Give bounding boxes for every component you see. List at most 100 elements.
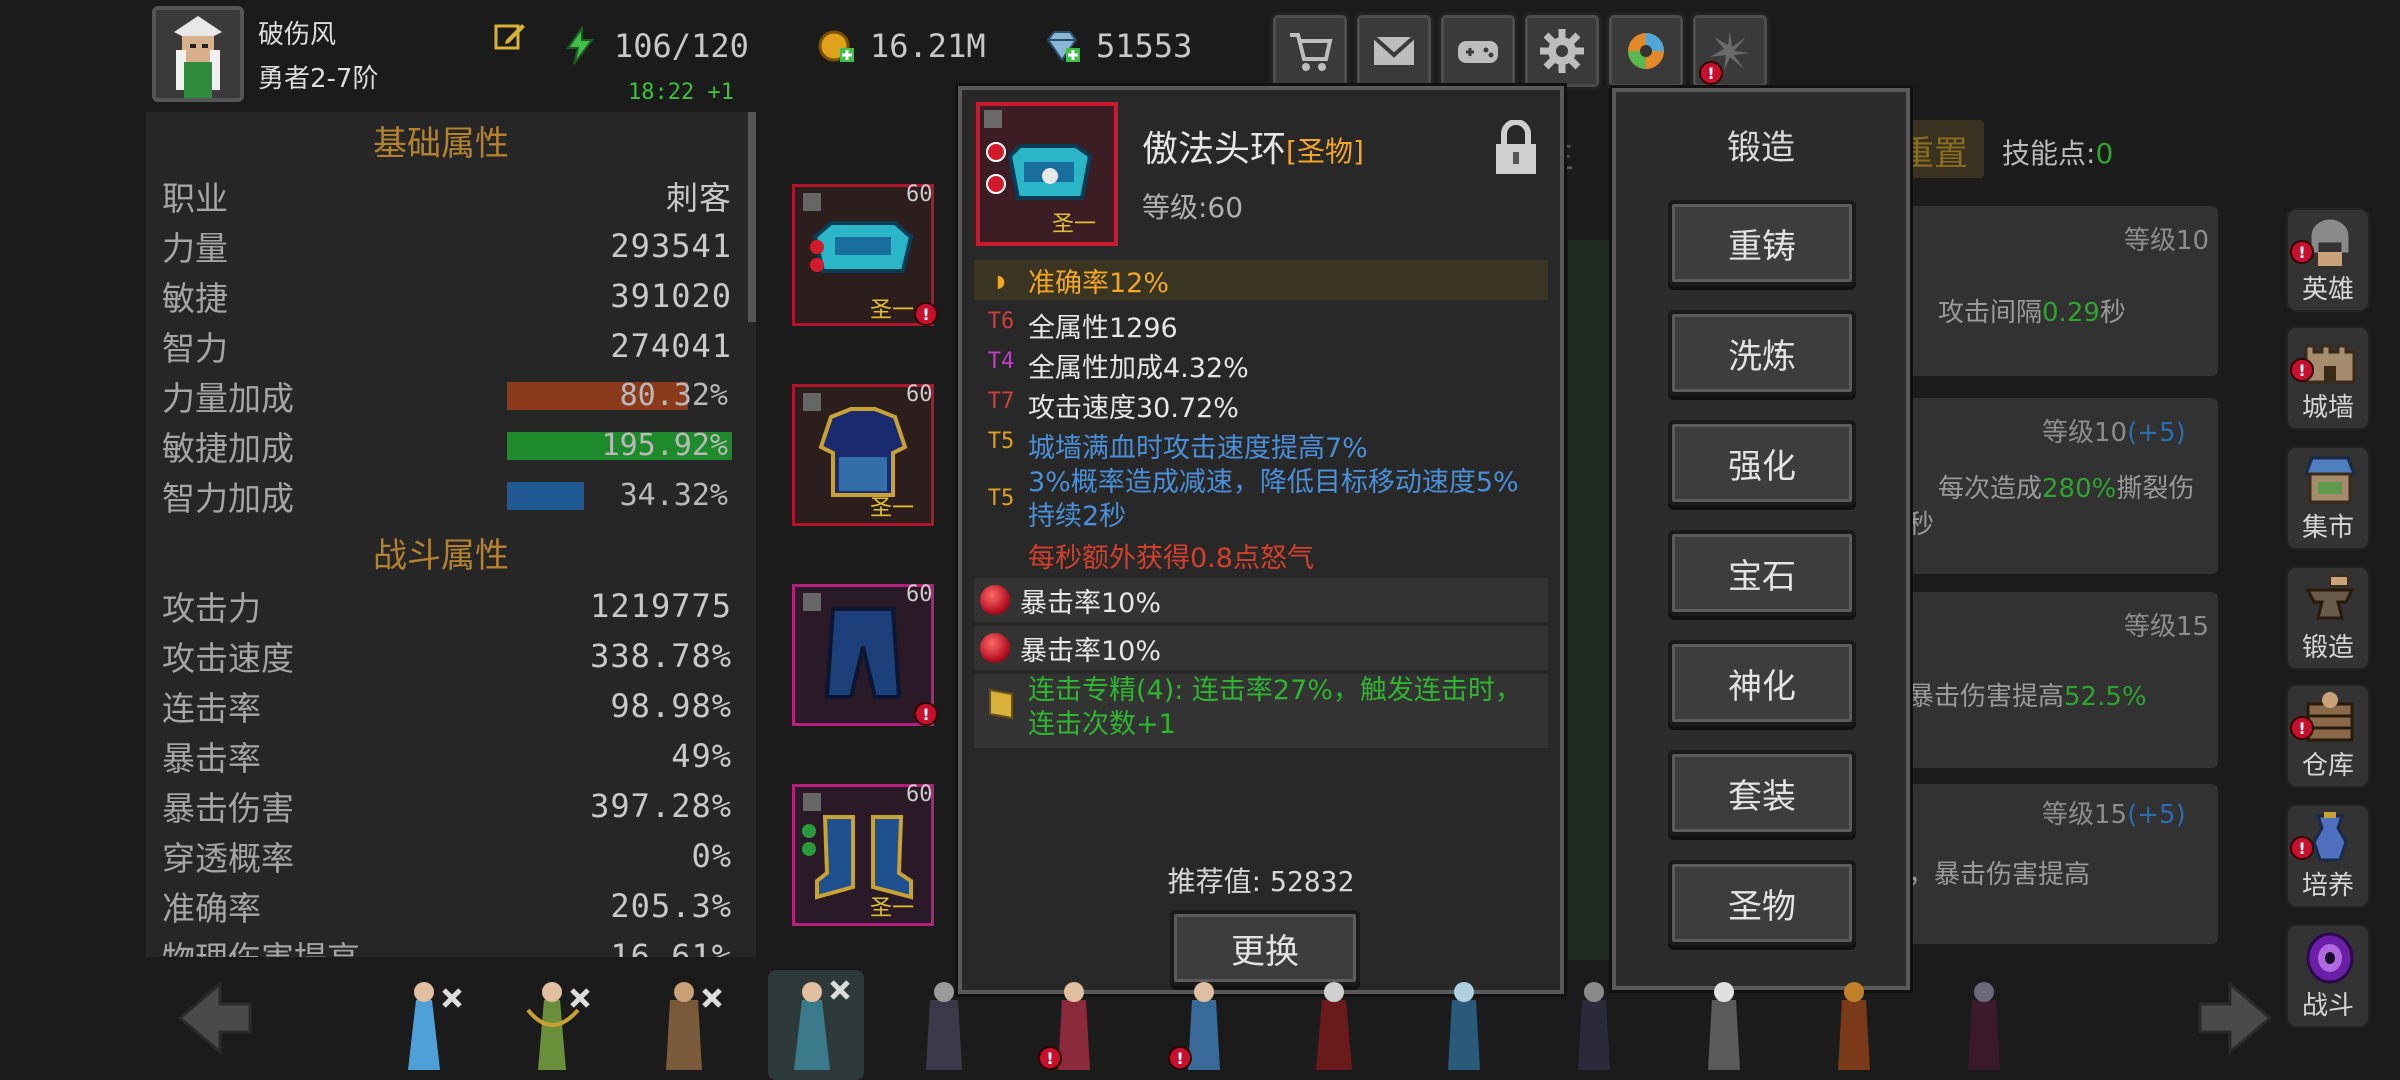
forge-title: 锻造: [1727, 128, 1795, 168]
equipment-alert-badge: !: [914, 302, 938, 326]
hero-next-arrow[interactable]: [2180, 968, 2300, 1068]
skill-level-bonus: (+5): [2127, 418, 2186, 448]
affix-tier: ◗: [994, 269, 1008, 294]
hero-alert-badge: !: [1168, 1046, 1192, 1070]
nav-hero[interactable]: 英雄 !: [2286, 208, 2370, 312]
bonus-bar-fill: [507, 482, 585, 510]
enhance-button[interactable]: 强化: [1668, 420, 1856, 506]
stat-label: 连击率: [162, 689, 261, 728]
stat-value: 98.98%: [610, 687, 732, 725]
nav-forge[interactable]: 锻造: [2286, 566, 2370, 670]
lock-icon[interactable]: [1492, 119, 1540, 176]
skill-card[interactable]: 等级15(+5) ，暴击伤害提高: [1908, 784, 2218, 944]
necromancer-hero-icon: [1578, 982, 1610, 1070]
recommend-label: 推荐值:: [1167, 865, 1262, 898]
recommend-number: 52832: [1270, 865, 1355, 898]
hero-portrait[interactable]: [1290, 970, 1386, 1080]
stat-row: 攻击力 1219775: [162, 582, 732, 630]
settings-button[interactable]: [1522, 12, 1602, 90]
stat-row: 穿透概率 0%: [162, 832, 732, 880]
nav-cultivate[interactable]: 培养 !: [2286, 804, 2370, 908]
gamepad-icon: [1458, 41, 1498, 63]
affix-tier: T6: [987, 309, 1015, 334]
energy-counter: 106/120: [560, 26, 749, 66]
gem-button[interactable]: 宝石: [1668, 530, 1856, 616]
hero-portrait[interactable]: [1680, 970, 1776, 1080]
gold-value: 16.21M: [870, 27, 986, 65]
nav-warehouse[interactable]: 仓库 !: [2286, 684, 2370, 788]
nav-label: 集市: [2301, 513, 2354, 543]
refine-button[interactable]: 洗炼: [1668, 310, 1856, 396]
equipment-level: 60: [906, 582, 933, 607]
relic-button[interactable]: 圣物: [1668, 860, 1856, 946]
stat-value: 16.61%: [610, 937, 732, 957]
portal-icon: [2306, 932, 2354, 984]
nav-alert-badge: !: [2290, 716, 2314, 740]
hero-portrait-selected[interactable]: [768, 970, 864, 1080]
anvil-icon: [2305, 575, 2355, 620]
gold-counter: 16.21M: [816, 26, 986, 66]
gacha-button[interactable]: [1606, 12, 1686, 90]
item-affix: T4 全属性加成4.32%: [974, 346, 1548, 385]
skill-card[interactable]: 等级10 攻击间隔0.29秒: [1908, 206, 2218, 376]
bonus-bar: 195.92%: [507, 428, 732, 463]
deify-button[interactable]: 神化: [1668, 640, 1856, 726]
stat-value: 338.78%: [590, 637, 732, 675]
reforge-button[interactable]: 重铸: [1668, 200, 1856, 286]
set-button[interactable]: 套装: [1668, 750, 1856, 836]
skill-points: 技能点:0: [2002, 132, 2113, 172]
stat-label: 力量加成: [162, 379, 294, 418]
skill-level-text: 等级10: [2042, 418, 2128, 448]
attribute-panel-scrollbar[interactable]: [748, 112, 756, 322]
item-name: 傲法头环: [1142, 129, 1287, 170]
bonus-bar-value: 195.92%: [601, 428, 728, 463]
market-icon: [2303, 456, 2357, 504]
frost-hero-icon: [1448, 982, 1480, 1070]
energy-timer: 18:22 +1: [628, 80, 734, 105]
edit-name-icon[interactable]: [492, 18, 528, 54]
hero-portrait[interactable]: [1810, 970, 1906, 1080]
skill-desc-line2: 秒: [1908, 510, 1935, 540]
hero-portrait[interactable]: [900, 970, 996, 1080]
stat-label: 敏捷加成: [162, 429, 294, 468]
nav-market[interactable]: 集市: [2286, 446, 2370, 550]
gold-coin-icon: [818, 30, 854, 62]
hero-portrait[interactable]: [640, 970, 736, 1080]
hero-portrait[interactable]: !: [1030, 970, 1126, 1080]
stat-label: 准确率: [162, 889, 261, 928]
assassin-hero-icon: [794, 980, 850, 1070]
hero-portrait[interactable]: [508, 970, 604, 1080]
gem-socket-row: 暴击率10%: [974, 578, 1548, 622]
hero-portrait[interactable]: !: [1160, 970, 1256, 1080]
pants-equipment-icon: [803, 593, 902, 699]
attribute-panel[interactable]: 基础属性 职业 刺客 力量 293541 敏捷 391020 智力 274041…: [146, 112, 756, 957]
skill-card[interactable]: 等级10(+5) 每次造成280%撕裂伤 秒: [1908, 398, 2218, 574]
item-affix: 每秒额外获得0.8点怒气: [974, 536, 1548, 575]
skill-desc: 暴击伤害提高52.5%: [1908, 676, 2147, 713]
diamond-icon: [1046, 31, 1080, 62]
hero-portrait[interactable]: [1550, 970, 1646, 1080]
game-button[interactable]: [1438, 12, 1518, 90]
skill-card[interactable]: 等级15 暴击伤害提高52.5%: [1908, 592, 2218, 768]
item-affix: T5 城墙满血时攻击速度提高7%: [974, 426, 1548, 465]
item-affix: T7 攻击速度30.72%: [974, 386, 1548, 425]
reset-skills-button[interactable]: 重置: [1900, 120, 1984, 178]
nav-wall[interactable]: 城墙 !: [2286, 326, 2370, 430]
player-avatar[interactable]: [152, 6, 244, 102]
nav-label: 英雄: [2301, 275, 2354, 305]
hero-portrait[interactable]: [1940, 970, 2036, 1080]
mail-icon: [1372, 35, 1416, 65]
base-attributes-title: 基础属性: [373, 124, 509, 164]
shop-button[interactable]: [1270, 12, 1350, 90]
skill-desc-value: 0.29: [2042, 298, 2100, 328]
mail-button[interactable]: [1354, 12, 1434, 90]
hero-portrait[interactable]: [1420, 970, 1516, 1080]
affix-text: 3%概率造成减速，降低目标移动速度5%持续2秒: [1028, 467, 1519, 532]
hero-prev-arrow[interactable]: [150, 968, 270, 1068]
stat-label: 攻击速度: [162, 639, 294, 678]
hero-portrait[interactable]: [380, 970, 476, 1080]
item-detail-popup[interactable]: 圣一 傲法头环[圣物] 等级:60 ◗ 准确率12% T6 全属性1296 T4…: [958, 86, 1564, 994]
skill-level-bonus: (+5): [2127, 800, 2186, 830]
event-button[interactable]: !: [1690, 12, 1770, 90]
bonus-bar-value: 34.32%: [619, 478, 728, 513]
